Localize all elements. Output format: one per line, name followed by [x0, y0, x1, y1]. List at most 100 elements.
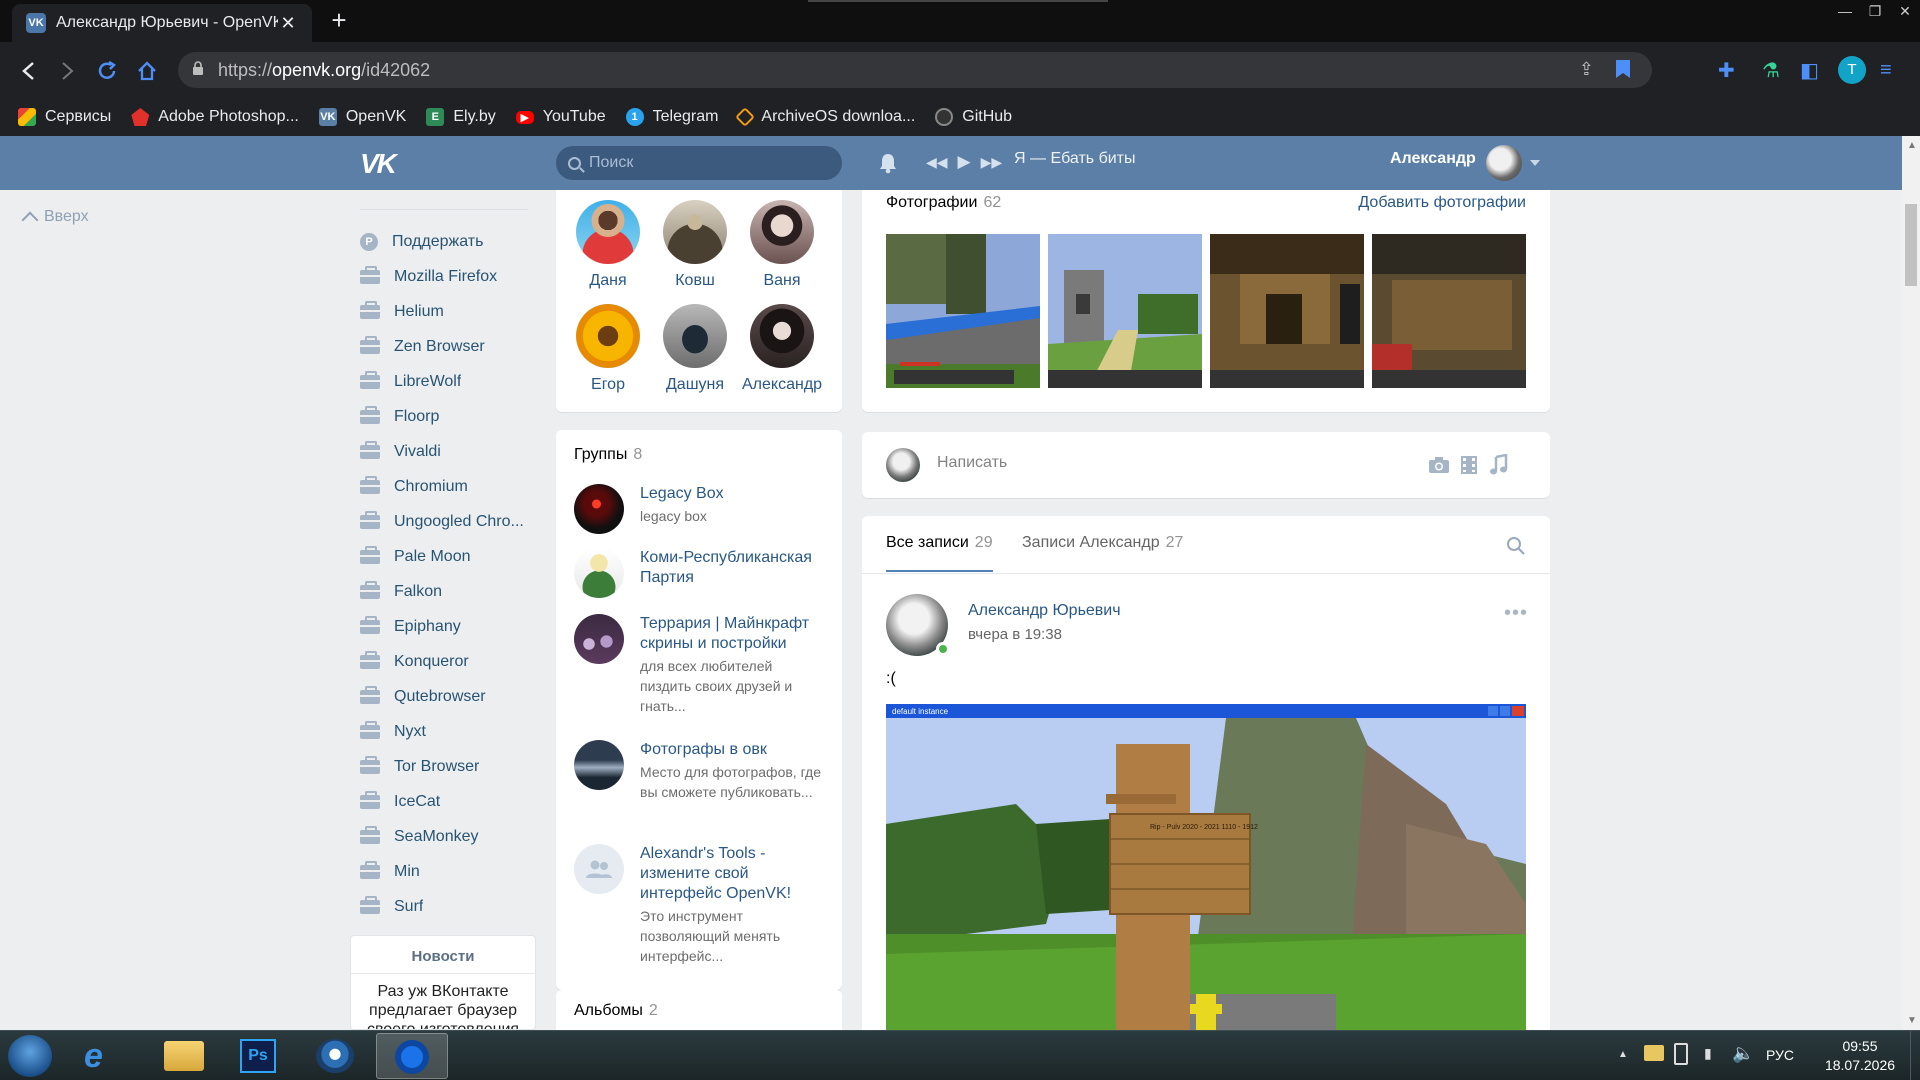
friend-item[interactable]: Егор — [568, 304, 648, 394]
share-icon[interactable]: ⇪ — [1579, 59, 1594, 80]
header-user-name[interactable]: Александр — [1390, 150, 1476, 168]
camera-icon[interactable] — [1428, 456, 1450, 474]
group-item[interactable]: Террария | Майнкрафт скрины и постройки д… — [574, 614, 824, 716]
bookmark-item[interactable]: 1 Telegram — [625, 108, 718, 126]
home-icon[interactable] — [134, 58, 160, 84]
scroll-up-arrow-icon[interactable]: ▲ — [1907, 140, 1917, 151]
group-name[interactable]: Террария | Майнкрафт скрины и постройки — [640, 614, 824, 654]
menu-item[interactable]: Helium — [360, 294, 530, 329]
bookmark-item[interactable]: Сервисы — [18, 108, 111, 126]
albums-title[interactable]: Альбомы 2 — [574, 1002, 658, 1020]
group-name[interactable]: Фотографы в овк — [640, 740, 824, 760]
menu-item[interactable]: Tor Browser — [360, 749, 530, 784]
show-desktop-button[interactable] — [1910, 1031, 1920, 1080]
restore-icon[interactable]: ❐ — [1860, 0, 1890, 22]
bookmark-star-icon[interactable] — [1616, 60, 1630, 78]
music-note-icon[interactable] — [1490, 454, 1508, 476]
next-track-icon[interactable]: ▶▶ — [981, 154, 1003, 171]
group-item[interactable]: Фотографы в овк Место для фотографов, где… — [574, 740, 824, 802]
photo-thumbnail[interactable] — [1210, 234, 1364, 388]
bookmark-item[interactable]: GitHub — [935, 108, 1012, 126]
wall-search-icon[interactable] — [1506, 536, 1526, 556]
bookmark-item[interactable]: VK OpenVK — [318, 108, 406, 126]
menu-item-support[interactable]: P Поддержать — [360, 224, 530, 259]
video-film-icon[interactable] — [1460, 455, 1478, 475]
window-close-icon[interactable]: ✕ — [1890, 0, 1920, 22]
scroll-to-top-button[interactable]: Вверх — [21, 208, 89, 229]
page-scrollbar[interactable]: ▲ ▼ — [1902, 136, 1920, 1030]
post-image[interactable]: default instance Rip - Pulv 2020 - 2021 … — [886, 704, 1526, 1030]
menu-icon[interactable]: ≡ — [1880, 56, 1892, 84]
search-input[interactable] — [589, 154, 829, 172]
tab-owner-posts[interactable]: Записи Александр 27 — [1022, 534, 1183, 552]
system-clock[interactable]: 09:55 18.07.2026 — [1818, 1037, 1902, 1075]
labs-flask-icon[interactable]: ⚗ — [1762, 56, 1780, 84]
chrome-taskbar-button[interactable] — [376, 1033, 448, 1079]
photo-thumbnail[interactable] — [1372, 234, 1526, 388]
group-item[interactable]: Legacy Box legacy box — [574, 484, 824, 534]
menu-item[interactable]: Surf — [360, 889, 530, 924]
menu-item[interactable]: LibreWolf — [360, 364, 530, 399]
photo-thumbnail[interactable] — [886, 234, 1040, 388]
forward-icon[interactable] — [54, 58, 80, 84]
menu-item[interactable]: IceCat — [360, 784, 530, 819]
photos-title[interactable]: Фотографии 62 — [886, 194, 1001, 212]
prev-track-icon[interactable]: ◀◀ — [926, 154, 948, 171]
header-user-avatar[interactable] — [1486, 145, 1522, 181]
menu-item[interactable]: Ungoogled Chro... — [360, 504, 530, 539]
internet-explorer-icon[interactable]: e — [84, 1039, 122, 1073]
friend-item[interactable]: Дашуня — [655, 304, 735, 394]
vk-logo-icon[interactable]: VK — [360, 148, 400, 179]
group-name[interactable]: Коми-Республиканская Партия — [640, 548, 824, 588]
scrollbar-thumb[interactable] — [1905, 204, 1917, 286]
new-tab-button[interactable]: + — [326, 7, 352, 34]
volume-icon[interactable]: 🔈 — [1732, 1043, 1754, 1064]
post-time[interactable]: вчера в 19:38 — [968, 626, 1062, 643]
post-author-name[interactable]: Александр Юрьевич — [968, 602, 1121, 620]
file-explorer-icon[interactable] — [164, 1041, 204, 1071]
menu-item[interactable]: Mozilla Firefox — [360, 259, 530, 294]
friend-item[interactable]: Ковш — [655, 200, 735, 290]
bookmark-item[interactable]: ▶ YouTube — [515, 108, 606, 126]
menu-item[interactable]: Chromium — [360, 469, 530, 504]
tray-expand-icon[interactable]: ▲ — [1618, 1049, 1628, 1060]
scroll-down-arrow-icon[interactable]: ▼ — [1907, 1015, 1917, 1026]
menu-item[interactable]: Min — [360, 854, 530, 889]
browser-tab-active[interactable]: VK Александр Юрьевич - OpenVK ✕ — [12, 4, 312, 42]
menu-item[interactable]: Qutebrowser — [360, 679, 530, 714]
sidepanel-icon[interactable]: ◧ — [1800, 56, 1819, 84]
tray-folder-icon[interactable] — [1644, 1045, 1664, 1061]
address-bar[interactable]: https://openvk.org/id42062 ⇪ — [178, 52, 1652, 88]
post-more-icon[interactable]: ••• — [1504, 602, 1528, 625]
input-language[interactable]: РУС — [1766, 1047, 1794, 1063]
tab-close-icon[interactable]: ✕ — [278, 13, 298, 34]
minimize-icon[interactable]: — — [1830, 0, 1860, 22]
friend-item[interactable]: Ваня — [742, 200, 822, 290]
menu-item[interactable]: Floorp — [360, 399, 530, 434]
group-name[interactable]: Legacy Box — [640, 484, 724, 504]
play-icon[interactable]: ▶ — [958, 152, 971, 172]
tab-all-posts[interactable]: Все записи 29 — [886, 534, 993, 572]
compose-input[interactable]: Написать — [937, 454, 1007, 472]
menu-item[interactable]: SeaMonkey — [360, 819, 530, 854]
friend-item[interactable]: Даня — [568, 200, 648, 290]
photo-thumbnail[interactable] — [1048, 234, 1202, 388]
back-icon[interactable] — [16, 58, 42, 84]
add-photos-link[interactable]: Добавить фотографии — [1358, 194, 1526, 212]
bookmark-item[interactable]: Adobe Photoshop... — [131, 108, 299, 126]
start-button-icon[interactable] — [8, 1035, 52, 1077]
app-taskbar-icon[interactable] — [316, 1039, 354, 1073]
bookmark-item[interactable]: ArchiveOS downloa... — [735, 107, 915, 127]
menu-item[interactable]: Vivaldi — [360, 434, 530, 469]
chevron-down-icon[interactable] — [1530, 160, 1540, 166]
photoshop-taskbar-icon[interactable]: Ps — [240, 1039, 276, 1073]
now-playing-track[interactable]: Я — Ебать биты — [1014, 150, 1136, 168]
menu-item[interactable]: Zen Browser — [360, 329, 530, 364]
friend-item[interactable]: Александр — [742, 304, 822, 394]
menu-item[interactable]: Konqueror — [360, 644, 530, 679]
bookmark-item[interactable]: E Ely.by — [426, 108, 496, 126]
groups-title[interactable]: Группы 8 — [574, 446, 642, 464]
menu-item[interactable]: Pale Moon — [360, 539, 530, 574]
news-title[interactable]: Новости — [351, 936, 535, 974]
notifications-bell-icon[interactable] — [878, 152, 898, 174]
